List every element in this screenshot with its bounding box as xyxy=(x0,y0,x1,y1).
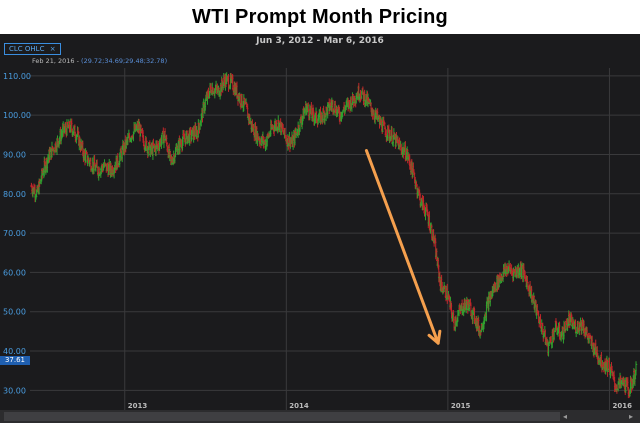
x-tick-label: 2013 xyxy=(128,402,148,410)
series-tag-label: CLC OHLC xyxy=(9,45,45,53)
y-tick-label: 90.00 xyxy=(3,150,26,159)
y-tick-label: 100.00 xyxy=(3,111,31,120)
date-range: Jun 3, 2012 - Mar 6, 2016 xyxy=(256,36,384,46)
y-tick-label: 80.00 xyxy=(3,190,26,199)
info-ohlc-values: (29.72;34.69;29.48;32.78) xyxy=(81,57,168,65)
x-tick-label: 2014 xyxy=(289,402,309,410)
time-scrollbar[interactable]: ◂ ▸ xyxy=(0,410,640,423)
close-icon[interactable]: × xyxy=(50,45,56,53)
annotation-arrow-shaft xyxy=(364,149,440,345)
y-tick-label: 70.00 xyxy=(3,229,26,238)
scrollbar-thumb[interactable] xyxy=(4,412,560,421)
scroll-left-icon[interactable]: ◂ xyxy=(560,411,570,422)
info-date: Feb 21, 2016 xyxy=(32,57,75,65)
scroll-right-icon[interactable]: ▸ xyxy=(626,411,636,422)
page-title: WTI Prompt Month Pricing xyxy=(192,6,448,28)
y-tick-label: 60.00 xyxy=(3,268,26,277)
y-tick-label: 30.00 xyxy=(3,386,26,395)
x-tick-label: 2016 xyxy=(612,402,632,410)
x-tick-label: 2015 xyxy=(451,402,471,410)
last-price-badge: 37.61 xyxy=(0,355,30,365)
chart-panel: Jun 3, 2012 - Mar 6, 2016 CLC OHLC × Feb… xyxy=(0,34,640,423)
y-tick-label: 40.00 xyxy=(3,347,26,356)
ohlc-info-line: Feb 21, 2016 - (29.72;34.69;29.48;32.78) xyxy=(32,57,168,65)
y-tick-label: 110.00 xyxy=(3,72,31,81)
price-chart[interactable]: 30.00 40.00 50.00 60.00 70.00 80.00 90.00 100.0… xyxy=(0,68,640,410)
series-tag-button[interactable]: CLC OHLC × xyxy=(4,43,61,55)
y-tick-label: 50.00 xyxy=(3,308,26,317)
